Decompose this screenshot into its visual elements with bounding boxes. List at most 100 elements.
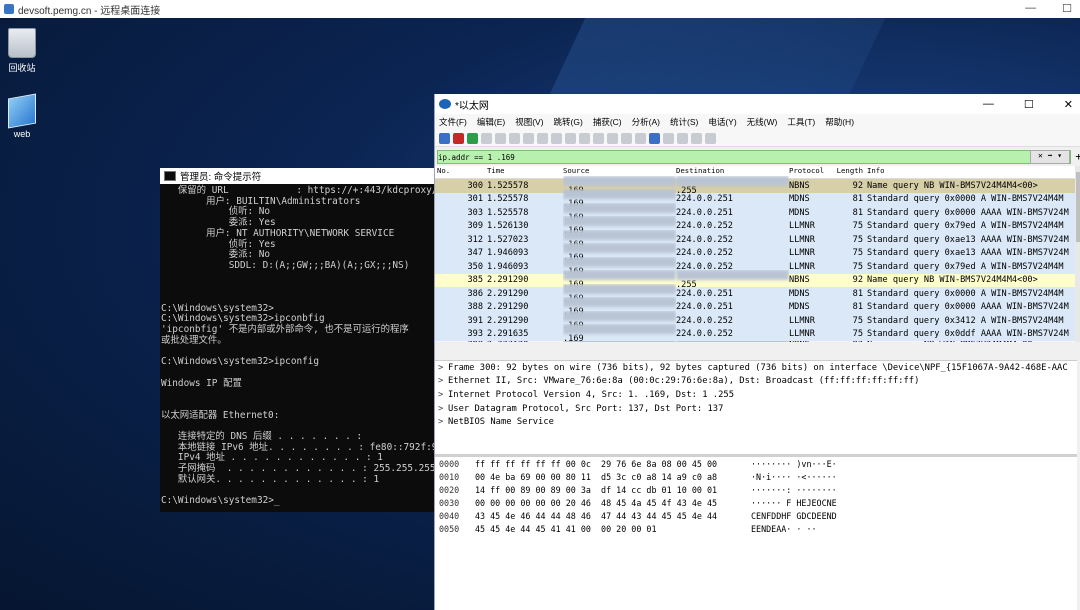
packet-row[interactable]: 3882.2912901 192.1.169224.0.0.251MDNS81S…: [435, 297, 1077, 317]
menu-item[interactable]: 视图(V): [515, 116, 543, 128]
packet-row[interactable]: 3982.3371201 192.1.1691 192.168.255NBNS9…: [435, 341, 1077, 342]
last-packet-icon[interactable]: [621, 132, 632, 144]
desktop-icon-recycle-bin[interactable]: 回收站: [0, 28, 44, 74]
packet-destination-value: 224.0.0.251: [676, 288, 733, 299]
column-header[interactable]: Time: [487, 166, 563, 178]
hex-row[interactable]: 0040 43 45 4e 46 44 44 48 46 47 44 43 44 …: [435, 509, 1077, 522]
packet-row[interactable]: 3121.5270231 192.1.169224.0.0.252LLMNR75…: [435, 229, 1077, 250]
expand-arrow-icon[interactable]: >: [438, 376, 448, 386]
menu-item[interactable]: 电话(Y): [708, 116, 736, 128]
desktop-icon-web[interactable]: web: [0, 93, 44, 139]
packet-row[interactable]: 3031.5255781 192.1.169224.0.0.251MDNS81S…: [435, 202, 1077, 223]
packet-row[interactable]: 3852.2912901 192.1.1691 192.168.255NBNS9…: [435, 270, 1077, 290]
packet-destination: 1 192.168.255: [676, 341, 789, 342]
menu-item[interactable]: 捕获(C): [593, 116, 622, 128]
menu-item[interactable]: 帮助(H): [825, 116, 854, 128]
packet-row[interactable]: 393 2.291635 1 192.1.169224.0.0.252 LLMNR 75…: [435, 324, 1077, 342]
column-header[interactable]: Info: [867, 166, 1077, 178]
zoom-reset-icon[interactable]: [691, 132, 702, 144]
hex-row[interactable]: 0010 00 4e ba 69 00 00 80 11 d5 3c c0 a8 …: [435, 470, 1077, 483]
wireshark-window[interactable]: *以太网 — ☐ ✕ 文件(F) 编辑(E) 视图(V) 跳转(G) 捕获(C) 分析(A…: [434, 94, 1080, 610]
main-toolbar: [435, 130, 1080, 147]
reload-icon[interactable]: [537, 132, 548, 144]
packet-list[interactable]: No. Time Source Destination Protocol Len…: [435, 166, 1077, 342]
hex-row[interactable]: 0020 14 ff 00 89 00 89 00 3a df 14 cc db …: [435, 483, 1077, 496]
close-file-icon[interactable]: [523, 132, 534, 144]
add-filter-button[interactable]: +: [1075, 150, 1080, 163]
packet-row[interactable]: 3011.5255781 192.1.169224.0.0.251MDNS81S…: [435, 189, 1077, 209]
zoom-in-icon[interactable]: [663, 132, 674, 144]
display-filter-input[interactable]: ip.addr == 1 .169 ✕ ➡ ▾ +: [437, 150, 1080, 164]
expand-arrow-icon[interactable]: >: [438, 363, 448, 373]
restart-capture-icon[interactable]: [467, 132, 478, 144]
packet-protocol: NBNS: [789, 180, 810, 191]
expand-arrow-icon[interactable]: >: [438, 417, 448, 427]
menu-item[interactable]: 跳转(G): [554, 116, 583, 128]
packet-row[interactable]: 3091.5261301 192.1.169224.0.0.252LLMNR75…: [435, 216, 1077, 236]
menu-bar: 文件(F) 编辑(E) 视图(V) 跳转(G) 捕获(C) 分析(A) 统计(S) 电话(Y)…: [435, 114, 1080, 130]
detail-text: Frame 300: 92 bytes on wire (736 bits), …: [448, 362, 1068, 373]
go-forward-icon[interactable]: [579, 132, 590, 144]
detail-tree-item[interactable]: > Ethernet II, Src: VMware_76:6e:8a (00:0…: [435, 375, 1077, 389]
packet-row[interactable]: 3912.2912901 192.1.169224.0.0.252LLMNR75…: [435, 310, 1077, 331]
start-capture-icon[interactable]: [439, 132, 450, 144]
apply-filter-button[interactable]: ✕ ➡ ▾: [1030, 150, 1070, 164]
column-header[interactable]: No.: [435, 166, 487, 178]
save-file-icon[interactable]: [509, 132, 520, 144]
hex-row[interactable]: 0030 00 00 00 00 00 00 20 46 48 45 4a 45 …: [435, 496, 1077, 509]
zoom-out-icon[interactable]: [677, 132, 688, 144]
packet-info: Standard query 0x0000 A WIN-BMS7V24M4M: [867, 288, 1064, 299]
packet-time: 1.527023: [487, 234, 529, 245]
detail-tree-item[interactable]: > Internet Protocol Version 4, Src: 1. .1…: [435, 388, 1077, 402]
maximize-button[interactable]: ☐: [1024, 98, 1034, 111]
wireshark-title: *以太网: [455, 100, 489, 112]
minimize-button[interactable]: —: [1025, 2, 1036, 15]
hex-ascii: ········ )vn···E·: [751, 458, 837, 469]
cmd-output[interactable]: 保留的 URL : https://+:443/kdcproxy/ 用户: BU…: [160, 184, 436, 507]
detail-tree-item[interactable]: > User Datagram Protocol, Src Port: 137, …: [435, 402, 1077, 416]
column-header[interactable]: Length: [833, 166, 867, 178]
go-back-icon[interactable]: [565, 132, 576, 144]
minimize-button[interactable]: —: [983, 98, 994, 111]
resize-columns-icon[interactable]: [705, 132, 716, 144]
hex-row[interactable]: 0050 45 45 4e 44 45 41 41 00 00 20 00 01 E…: [435, 522, 1077, 535]
menu-item[interactable]: 无线(W): [747, 116, 778, 128]
menu-item[interactable]: 分析(A): [632, 116, 660, 128]
first-packet-icon[interactable]: [607, 132, 618, 144]
expand-arrow-icon[interactable]: >: [438, 390, 448, 400]
packet-no: 391: [467, 315, 483, 326]
autoscroll-icon[interactable]: [635, 132, 646, 144]
hex-row[interactable]: 0000 ff ff ff ff ff ff 00 0c 29 76 6e 8a …: [435, 457, 1077, 470]
packet-row[interactable]: 3001.5255781 192.1.1691 192.168.255NBNS9…: [435, 175, 1077, 196]
find-packet-icon[interactable]: [551, 132, 562, 144]
stop-capture-icon[interactable]: [453, 132, 464, 144]
menu-item[interactable]: 工具(T): [787, 116, 815, 128]
open-file-icon[interactable]: [495, 132, 506, 144]
cmd-line: SDDL: D:(A;;GW;;;BA)(A;;GX;;;NS): [161, 259, 410, 271]
menu-item[interactable]: 文件(F): [439, 116, 467, 128]
detail-tree-item[interactable]: > Frame 300: 92 bytes on wire (736 bits),…: [435, 361, 1077, 375]
packet-time: 2.337120: [487, 341, 563, 342]
close-button[interactable]: ✕: [1064, 98, 1073, 111]
packet-no: 309: [467, 221, 483, 232]
packet-destination: 224.0.0.251: [676, 194, 789, 204]
detail-tree-item[interactable]: > NetBIOS Name Service: [435, 415, 1077, 429]
packet-bytes[interactable]: 0000 ff ff ff ff ff ff 00 0c 29 76 6e 8a …: [435, 454, 1077, 610]
menu-item[interactable]: 统计(S): [670, 116, 698, 128]
packet-row[interactable]: 3471.9460931 192.1.169224.0.0.252LLMNR75…: [435, 243, 1077, 263]
maximize-button[interactable]: ☐: [1062, 2, 1072, 15]
command-prompt-window[interactable]: 管理员: 命令提示符 保留的 URL : https://+:443/kdcpr…: [160, 168, 436, 512]
packet-protocol: NBNS: [789, 275, 810, 286]
packet-list-scrollbar[interactable]: [1075, 166, 1080, 342]
expand-arrow-icon[interactable]: >: [438, 404, 448, 414]
capture-options-icon[interactable]: [481, 132, 492, 144]
packet-length: 81: [852, 288, 863, 299]
colorize-icon[interactable]: [649, 132, 660, 144]
packet-row[interactable]: 3862.2912901 192.1.169224.0.0.251MDNS81S…: [435, 283, 1077, 304]
packet-protocol: LLMNR: [789, 315, 815, 326]
packet-destination: 224.0.0.252: [676, 235, 789, 245]
go-to-packet-icon[interactable]: [593, 132, 604, 144]
column-header[interactable]: Protocol: [789, 166, 833, 178]
menu-item[interactable]: 编辑(E): [477, 116, 505, 128]
redacted-ip: 1 192.1: [563, 216, 676, 227]
